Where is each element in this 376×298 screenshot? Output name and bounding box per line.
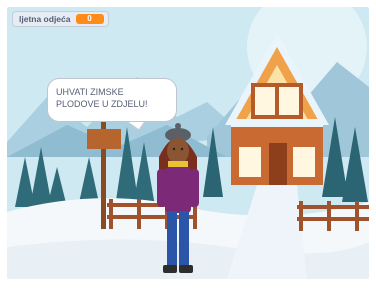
- speech-bubble: UHVATI ZIMSKE PLODOVE U ZDJELU!: [47, 78, 177, 122]
- variable-name: ljetna odjeća: [19, 14, 71, 24]
- variable-value: 0: [75, 14, 104, 24]
- winter-backdrop: [7, 7, 369, 279]
- variable-monitor: ljetna odjeća 0: [12, 11, 109, 27]
- speech-bubble-text: UHVATI ZIMSKE PLODOVE U ZDJELU!: [56, 87, 148, 109]
- stage[interactable]: ljetna odjeća 0 UHVATI ZIMSKE PLODOVE U …: [7, 7, 369, 279]
